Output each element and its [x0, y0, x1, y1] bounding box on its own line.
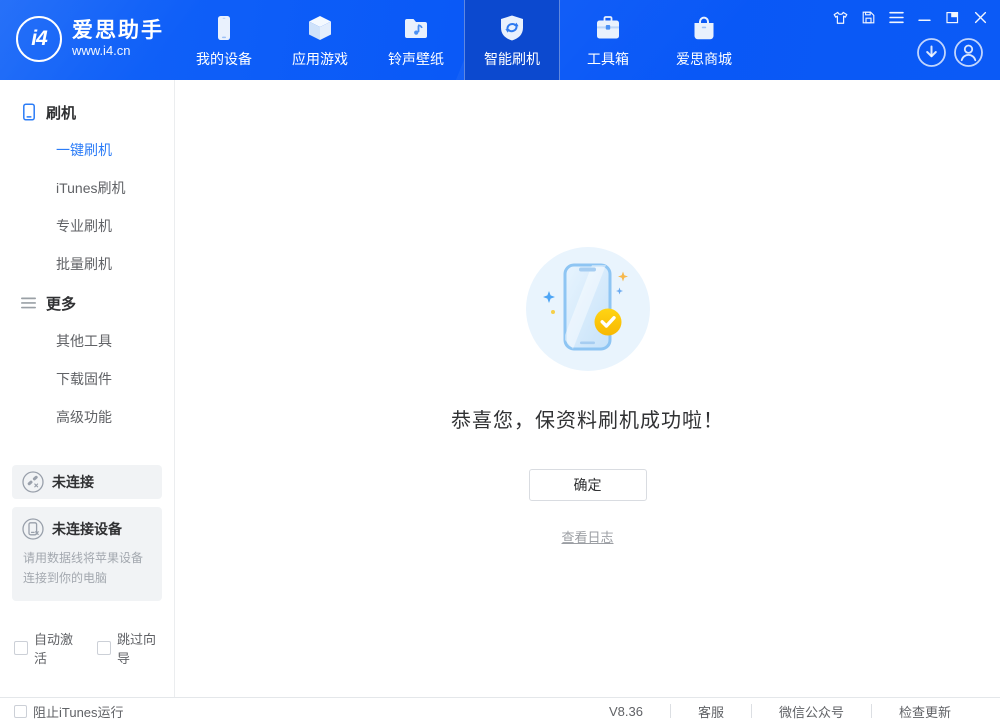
app-site: www.i4.cn	[72, 43, 164, 59]
sidebar-item-download-firmware[interactable]: 下载固件	[0, 360, 174, 398]
tab-ringtones-wallpapers[interactable]: 铃声壁纸	[368, 0, 464, 80]
block-itunes-checkbox[interactable]	[14, 705, 27, 718]
sidebar-checkboxes: 自动激活 跳过向导	[12, 629, 162, 667]
statusbar-right: V8.36 客服 微信公众号 检查更新	[609, 702, 1000, 721]
tab-label: 智能刷机	[484, 49, 540, 69]
download-manager-icon[interactable]	[916, 37, 947, 68]
connection-status-label: 未连接	[52, 472, 94, 492]
tab-my-devices[interactable]: 我的设备	[176, 0, 272, 80]
tab-label: 铃声壁纸	[388, 49, 444, 69]
phone-notch	[579, 268, 596, 272]
tab-label: 我的设备	[196, 49, 252, 69]
phone-home-bar	[580, 342, 595, 345]
tab-toolbox[interactable]: 工具箱	[560, 0, 656, 80]
sidebar-item-advanced-features[interactable]: 高级功能	[0, 398, 174, 436]
app-logo: i4 爱思助手 www.i4.cn	[16, 16, 164, 62]
toolbox-icon	[593, 13, 623, 43]
menu-icon[interactable]	[889, 10, 904, 25]
mini-window-icon[interactable]	[861, 10, 876, 25]
device-status-card: 未连接设备 请用数据线将苹果设备连接到你的电脑	[12, 507, 162, 601]
tab-store[interactable]: 爱思商城	[656, 0, 752, 80]
minimize-icon[interactable]	[917, 10, 932, 25]
window-controls	[833, 10, 988, 25]
customer-service-link[interactable]: 客服	[671, 702, 751, 721]
app-window: i4 爱思助手 www.i4.cn 我的设备	[0, 0, 1000, 724]
logo-text: 爱思助手 www.i4.cn	[72, 19, 164, 59]
sidebar-bottom: 未连接 未连接设备 请用数据线将苹果设备	[0, 465, 174, 697]
tab-label: 工具箱	[587, 49, 629, 69]
section-more: 更多	[0, 284, 174, 322]
ringtone-wallpaper-icon	[401, 13, 431, 43]
sidebar-item-pro-flash[interactable]: 专业刷机	[0, 207, 174, 245]
view-log-link[interactable]: 查看日志	[561, 527, 613, 546]
auto-activate-label[interactable]: 自动激活	[34, 629, 79, 667]
confirm-button[interactable]: 确定	[529, 469, 647, 501]
store-icon	[689, 13, 719, 43]
header: i4 爱思助手 www.i4.cn 我的设备	[0, 0, 1000, 80]
block-itunes-group: 阻止iTunes运行	[0, 702, 124, 721]
main-content: 恭喜您，保资料刷机成功啦！ 确定 查看日志	[175, 80, 1000, 697]
block-itunes-label[interactable]: 阻止iTunes运行	[33, 702, 124, 721]
status-bar: 阻止iTunes运行 V8.36 客服 微信公众号 检查更新	[0, 697, 1000, 724]
main-nav: 我的设备 应用游戏 铃声壁纸	[176, 0, 752, 80]
apps-games-icon	[305, 13, 335, 43]
tab-smart-flash[interactable]: 智能刷机	[464, 0, 560, 80]
body: 刷机 一键刷机 iTunes刷机 专业刷机 批量刷机 更多 其他工具 下载固件 …	[0, 80, 1000, 697]
version-label: V8.36	[609, 704, 670, 719]
skip-wizard-label[interactable]: 跳过向导	[117, 629, 162, 667]
skip-wizard-checkbox[interactable]	[97, 641, 111, 655]
maximize-icon[interactable]	[945, 10, 960, 25]
connection-status-card: 未连接	[12, 465, 162, 499]
sidebar-item-other-tools[interactable]: 其他工具	[0, 322, 174, 360]
tab-apps-games[interactable]: 应用游戏	[272, 0, 368, 80]
device-disconnected-icon	[22, 518, 44, 540]
phone-outline-icon	[21, 103, 37, 121]
success-message: 恭喜您，保资料刷机成功啦！	[451, 404, 724, 433]
sparkle-dot	[551, 310, 555, 314]
section-title: 刷机	[46, 102, 76, 123]
section-flash: 刷机	[0, 93, 174, 131]
tab-label: 爱思商城	[676, 49, 732, 69]
quick-actions	[916, 37, 984, 68]
sidebar-item-batch-flash[interactable]: 批量刷机	[0, 245, 174, 283]
disconnected-icon	[22, 471, 44, 493]
close-icon[interactable]	[973, 10, 988, 25]
theme-icon[interactable]	[833, 10, 848, 25]
smart-flash-icon	[497, 13, 527, 43]
auto-activate-group: 自动激活	[14, 629, 79, 667]
account-icon[interactable]	[953, 37, 984, 68]
sidebar: 刷机 一键刷机 iTunes刷机 专业刷机 批量刷机 更多 其他工具 下载固件 …	[0, 80, 175, 697]
sidebar-item-itunes-flash[interactable]: iTunes刷机	[0, 169, 174, 207]
logo-i4-icon: i4	[16, 16, 62, 62]
section-title: 更多	[46, 293, 76, 314]
sidebar-item-one-click-flash[interactable]: 一键刷机	[0, 131, 174, 169]
success-illustration	[526, 247, 650, 371]
device-status-label: 未连接设备	[52, 519, 122, 539]
check-updates-link[interactable]: 检查更新	[872, 702, 978, 721]
device-status-row: 未连接设备	[22, 518, 152, 540]
more-lines-icon	[21, 297, 37, 309]
device-icon	[209, 13, 239, 43]
app-title: 爱思助手	[72, 19, 164, 43]
tab-label: 应用游戏	[292, 49, 348, 69]
wechat-official-link[interactable]: 微信公众号	[752, 702, 871, 721]
device-hint: 请用数据线将苹果设备连接到你的电脑	[22, 549, 152, 589]
auto-activate-checkbox[interactable]	[14, 641, 28, 655]
skip-wizard-group: 跳过向导	[97, 629, 162, 667]
